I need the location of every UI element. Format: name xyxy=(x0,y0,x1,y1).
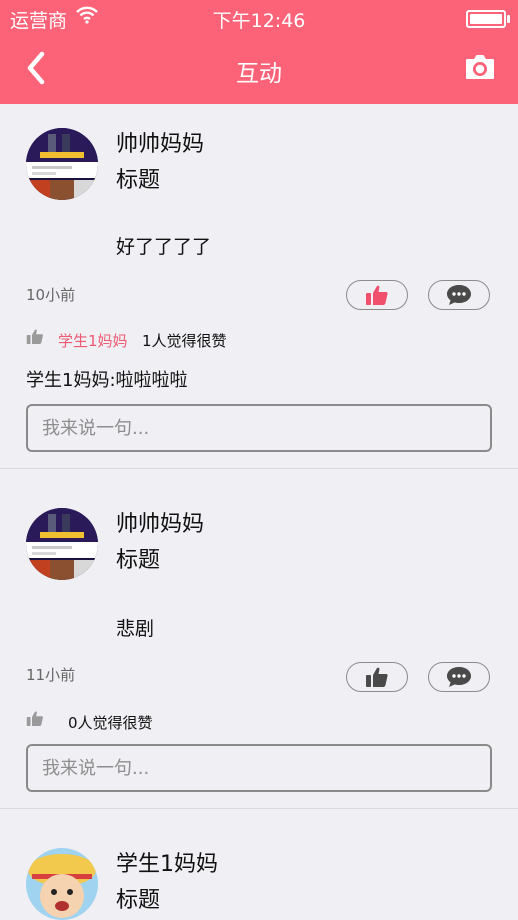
status-time: 下午12:46 xyxy=(212,10,306,32)
speech-bubble-icon xyxy=(447,667,471,687)
nav-bar: 互动 xyxy=(0,34,518,104)
like-button[interactable] xyxy=(346,280,408,310)
avatar[interactable] xyxy=(26,128,98,200)
post-content: 好了了了了 xyxy=(116,236,212,258)
post-content: 悲剧 xyxy=(116,618,155,640)
like-button[interactable] xyxy=(346,662,408,692)
likes-count: 1人觉得很赞 xyxy=(142,332,227,350)
post-title: 标题 xyxy=(116,168,161,193)
post-card: 帅帅妈妈 标题 悲剧 11小前 0人觉得很赞 xyxy=(0,468,518,809)
speech-bubble-icon xyxy=(447,285,471,305)
post-card: 帅帅妈妈 标题 好了了了了 10小前 学生1妈妈 1人觉得很赞 学生1妈妈:啦啦… xyxy=(0,104,518,469)
camera-button[interactable] xyxy=(464,52,496,82)
post-author: 帅帅妈妈 xyxy=(116,132,205,157)
likes-count: 0人觉得很赞 xyxy=(68,714,153,732)
thumbs-up-icon xyxy=(366,667,388,687)
comment-item: 学生1妈妈:啦啦啦啦 xyxy=(26,370,188,391)
avatar[interactable] xyxy=(26,508,98,580)
post-title: 标题 xyxy=(116,888,161,913)
post-time: 10小前 xyxy=(26,286,76,304)
post-author: 学生1妈妈 xyxy=(116,852,218,877)
header: 运营商 下午12:46 互动 xyxy=(0,0,518,104)
post-card: 学生1妈妈 标题 xyxy=(0,808,518,920)
status-bar: 运营商 下午12:46 xyxy=(0,0,518,34)
battery-icon xyxy=(466,10,510,28)
comment-button[interactable] xyxy=(428,662,490,692)
thumbs-up-icon xyxy=(26,328,44,349)
comment-input[interactable] xyxy=(26,744,492,792)
thumbs-up-icon xyxy=(366,285,388,305)
comment-input[interactable] xyxy=(26,404,492,452)
camera-icon xyxy=(466,55,494,79)
post-title: 标题 xyxy=(116,548,161,573)
comment-button[interactable] xyxy=(428,280,490,310)
likers-names[interactable]: 学生1妈妈 xyxy=(58,330,128,351)
avatar[interactable] xyxy=(26,848,98,920)
post-author: 帅帅妈妈 xyxy=(116,512,205,537)
post-time: 11小前 xyxy=(26,666,76,684)
thumbs-up-icon xyxy=(26,710,44,731)
page-title: 互动 xyxy=(236,61,282,87)
